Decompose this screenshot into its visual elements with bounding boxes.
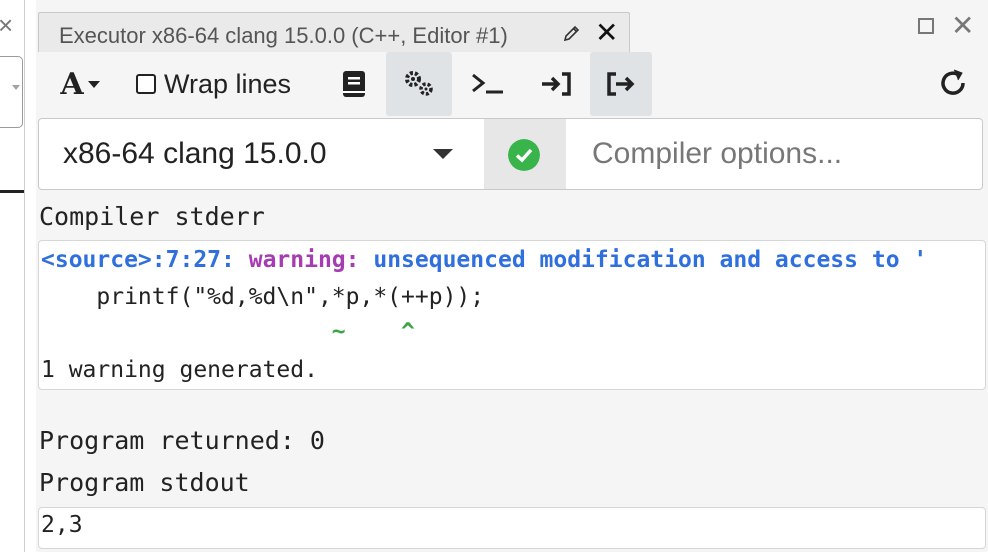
- output-icon: [607, 72, 635, 96]
- code-line: printf("%d,%d\n",*p,*(++p));: [41, 284, 485, 310]
- wrap-lines-toggle[interactable]: Wrap lines: [136, 52, 316, 116]
- compiler-options-input[interactable]: Compiler options...: [566, 118, 983, 190]
- wrap-lines-checkbox[interactable]: [136, 74, 156, 94]
- marker-line: ~ ^: [41, 319, 415, 345]
- recompile-button[interactable]: [936, 66, 970, 105]
- stdout-text: 2,3: [41, 512, 83, 538]
- warning-summary: 1 warning generated.: [41, 357, 318, 383]
- edit-icon[interactable]: [561, 22, 583, 44]
- warning-kind: warning:: [248, 247, 374, 273]
- book-icon: [343, 71, 365, 97]
- tab-bar: Executor x86-64 clang 15.0.0 (C++, Edito…: [36, 10, 988, 53]
- chevron-down-icon: [433, 149, 453, 159]
- compiler-name: x86-64 clang 15.0.0: [63, 137, 327, 170]
- chevron-down-icon: [12, 85, 20, 90]
- caret-down-icon: [87, 80, 100, 88]
- tab-executor[interactable]: Executor x86-64 clang 15.0.0 (C++, Edito…: [38, 12, 630, 53]
- compiler-select[interactable]: x86-64 clang 15.0.0: [38, 118, 486, 190]
- terminal-icon: [472, 73, 503, 94]
- left-close-icon[interactable]: ×: [0, 12, 13, 38]
- left-divider: [0, 190, 24, 193]
- program-returned: Program returned: 0: [39, 426, 325, 455]
- wrap-lines-label: Wrap lines: [164, 68, 292, 99]
- execution-args-button[interactable]: [386, 52, 452, 116]
- input-button[interactable]: [532, 52, 582, 116]
- stderr-output: <source>:7:27: warning: unsequenced modi…: [38, 240, 986, 390]
- panel-separator[interactable]: [24, 0, 25, 552]
- compile-status[interactable]: [484, 118, 567, 190]
- font-size-button[interactable]: A: [50, 52, 110, 116]
- gears-icon: [405, 71, 433, 96]
- left-panel-edge: ×: [0, 0, 36, 552]
- executor-panel: Executor x86-64 clang 15.0.0 (C++, Edito…: [36, 0, 988, 552]
- compiler-options-placeholder: Compiler options...: [592, 137, 843, 170]
- refresh-icon: [941, 69, 965, 95]
- warning-location: <source>:7:27:: [41, 247, 249, 273]
- libraries-button[interactable]: [330, 52, 378, 116]
- close-icon[interactable]: ✕: [595, 19, 618, 47]
- tab-title: Executor x86-64 clang 15.0.0 (C++, Edito…: [59, 23, 508, 48]
- input-icon: [542, 72, 571, 96]
- maximize-icon[interactable]: [918, 18, 934, 34]
- stderr-heading: Compiler stderr: [39, 202, 265, 231]
- stdout-output: 2,3: [38, 507, 986, 549]
- pane-close-icon[interactable]: ✕: [951, 12, 974, 40]
- compiler-row: x86-64 clang 15.0.0 Compiler options...: [38, 118, 984, 190]
- warning-line: <source>:7:27: warning: unsequenced modi…: [41, 247, 927, 273]
- left-dropdown[interactable]: [0, 56, 23, 128]
- output-button[interactable]: [590, 52, 652, 116]
- font-icon: A: [60, 66, 84, 102]
- warning-message: unsequenced modification and access to ': [373, 247, 928, 273]
- check-icon: [508, 139, 540, 171]
- stdin-button[interactable]: [462, 52, 514, 116]
- stdout-heading: Program stdout: [39, 468, 250, 497]
- toolbar: A Wrap lines: [36, 52, 988, 116]
